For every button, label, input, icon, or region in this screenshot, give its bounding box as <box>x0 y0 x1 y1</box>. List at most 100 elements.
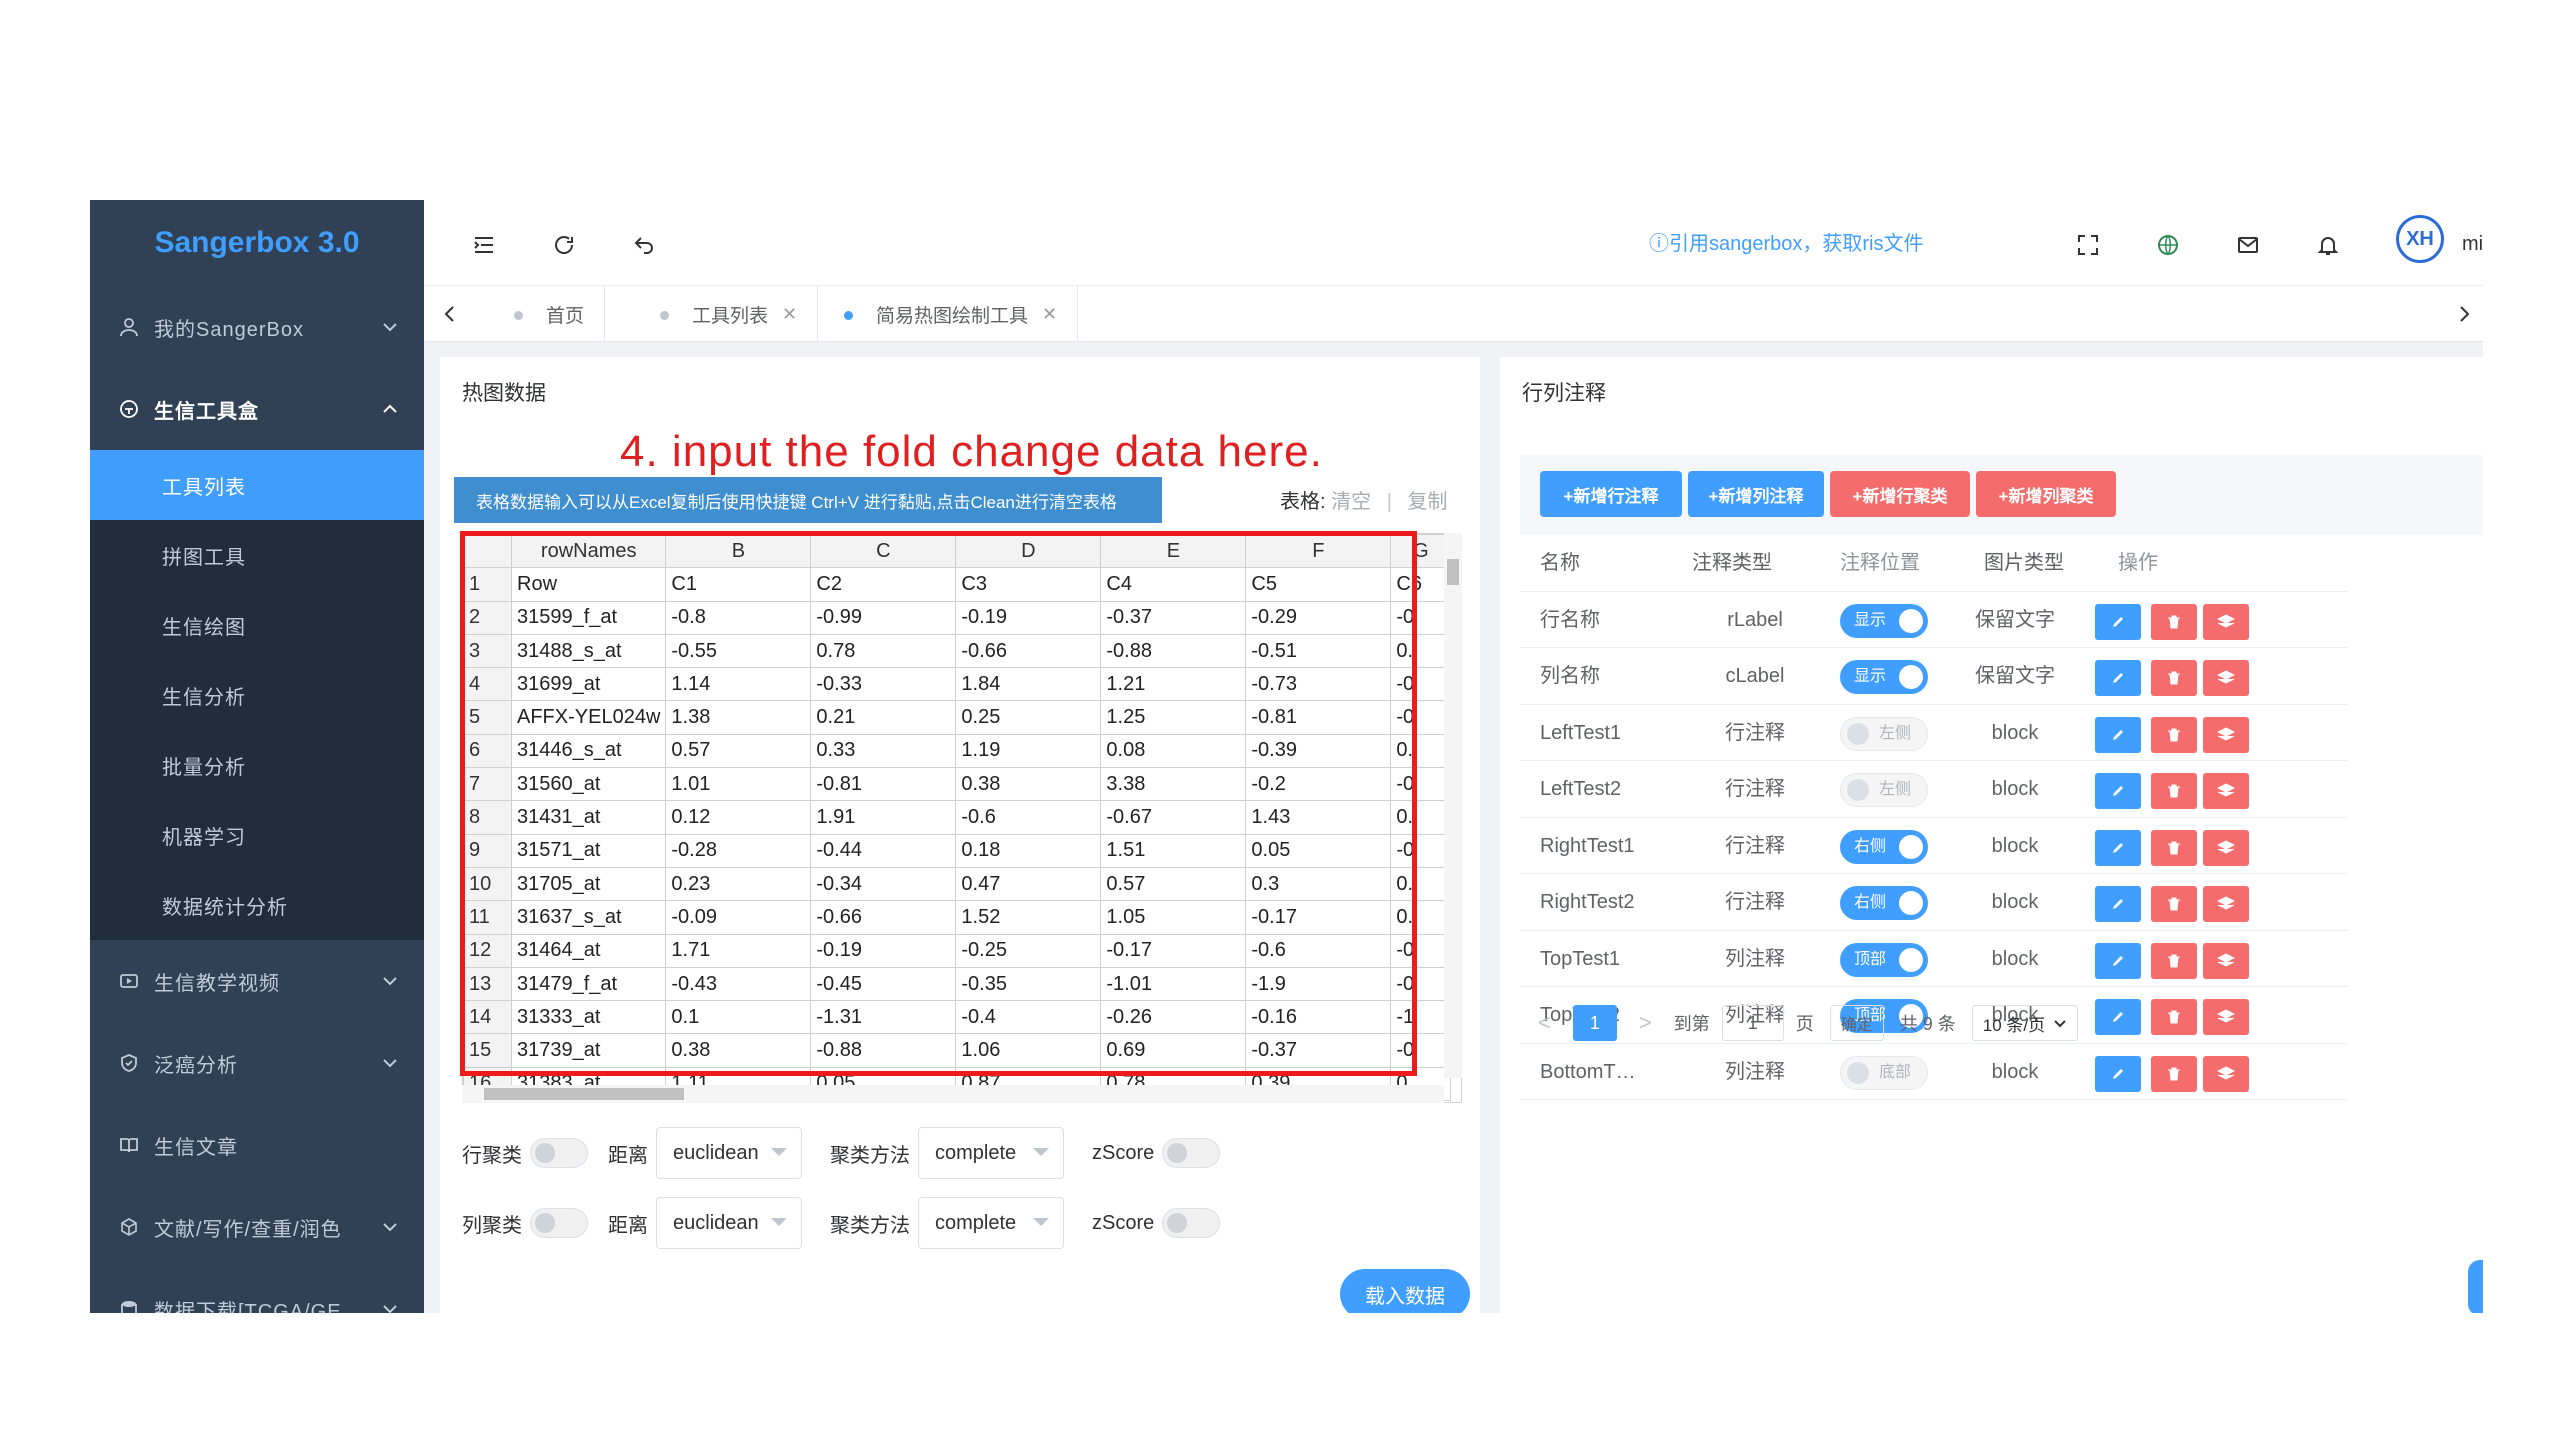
layers-button[interactable] <box>2203 886 2249 922</box>
sheet-cell[interactable]: C3 <box>955 567 1102 602</box>
position-toggle[interactable]: 底部 <box>1840 1055 1928 1090</box>
sheet-cell[interactable]: 0.57 <box>665 733 812 769</box>
sidebar-item-videos[interactable]: 生信教学视频 <box>90 940 424 1022</box>
delete-button[interactable] <box>2151 1055 2197 1092</box>
sidebar-subitem-tool-list[interactable]: 工具列表 <box>90 450 424 520</box>
chevron-left-icon[interactable] <box>440 304 460 324</box>
sheet-cell[interactable]: 0. <box>1390 800 1452 835</box>
sheet-cell[interactable]: -0.55 <box>665 633 812 669</box>
sidebar-subitem-batch[interactable]: 批量分析 <box>90 730 424 800</box>
col-distance-select[interactable]: euclidean <box>656 1197 802 1249</box>
sheet-cell[interactable]: 0.78 <box>810 633 957 669</box>
position-toggle[interactable]: 顶部 <box>1840 942 1928 977</box>
position-toggle[interactable]: 右侧 <box>1840 886 1928 920</box>
sheet-cell[interactable]: 0.33 <box>810 733 957 769</box>
sheet-cell[interactable]: -0.2 <box>1245 767 1392 802</box>
sheet-cell[interactable]: 31699_at <box>510 667 667 702</box>
layers-button[interactable] <box>2203 942 2249 979</box>
edit-button[interactable] <box>2095 829 2141 866</box>
layers-button[interactable] <box>2203 716 2249 753</box>
sheet-cell[interactable]: -0.37 <box>1245 1033 1392 1068</box>
mail-icon[interactable] <box>2236 233 2260 257</box>
sheet-cell[interactable]: -0.43 <box>665 966 812 1002</box>
edit-button[interactable] <box>2095 886 2141 922</box>
layers-button[interactable] <box>2203 999 2249 1035</box>
sheet-column-header[interactable]: E <box>1100 534 1247 569</box>
sheet-cell[interactable]: -0.29 <box>1245 600 1392 635</box>
sheet-cell[interactable]: -0.26 <box>1100 1000 1247 1035</box>
sheet-cell[interactable]: 0.38 <box>955 767 1102 802</box>
tab-tool-list[interactable]: 工具列表 ✕ <box>620 286 819 342</box>
sheet-cell[interactable]: -0.99 <box>810 600 957 635</box>
sheet-cell[interactable]: -0 <box>1390 700 1452 735</box>
position-toggle[interactable]: 右侧 <box>1840 829 1928 864</box>
sheet-cell[interactable]: C6 <box>1390 567 1452 602</box>
sheet-cell[interactable]: 31464_at <box>510 933 667 968</box>
delete-button[interactable] <box>2151 942 2197 979</box>
add-col-annotation-button[interactable]: +新增列注释 <box>1688 471 1824 517</box>
sheet-cell[interactable]: 0.38 <box>665 1033 812 1068</box>
sheet-cell[interactable]: -1.9 <box>1245 966 1392 1002</box>
avatar[interactable]: XH <box>2396 215 2444 263</box>
col-zscore-switch[interactable] <box>1162 1208 1221 1238</box>
sheet-cell[interactable]: 0.1 <box>665 1000 812 1035</box>
sheet-cell[interactable]: Row <box>510 567 667 602</box>
sheet-cell[interactable]: -0.51 <box>1245 633 1392 669</box>
refresh-icon[interactable] <box>552 233 576 257</box>
tab-heatmap-tool[interactable]: 简易热图绘制工具 ✕ <box>804 286 1079 342</box>
sheet-cell[interactable]: 0. <box>1390 866 1452 902</box>
sheet-cell[interactable]: 1.25 <box>1100 700 1247 735</box>
layers-button[interactable] <box>2203 603 2249 640</box>
col-cluster-switch[interactable] <box>530 1208 588 1238</box>
sheet-cell[interactable]: C1 <box>665 567 812 602</box>
sheet-cell[interactable]: -0.09 <box>665 900 812 935</box>
sheet-cell[interactable]: -0.17 <box>1245 900 1392 935</box>
sheet-cell[interactable]: C4 <box>1100 567 1247 602</box>
bell-icon[interactable] <box>2316 233 2340 257</box>
sheet-cell[interactable]: 31333_at <box>510 1000 667 1035</box>
sheet-cell[interactable]: -0.81 <box>810 767 957 802</box>
spreadsheet-table[interactable]: rowNames B C D E F G 1 Row C1 C2 C3 C4 C5 C6 2 31599_f_… <box>463 534 1452 1102</box>
goto-page-input[interactable]: 1 <box>1721 1005 1784 1041</box>
sheet-column-header[interactable]: C <box>810 534 957 569</box>
scroll-thumb[interactable] <box>484 1088 684 1100</box>
sidebar-item-pancancer[interactable]: 泛癌分析 <box>90 1022 424 1104</box>
horizontal-scrollbar[interactable] <box>462 1085 1444 1103</box>
sheet-cell[interactable]: -0 <box>1390 833 1452 868</box>
sheet-cell[interactable]: 31560_at <box>510 767 667 802</box>
sheet-cell[interactable]: -1 <box>1390 1000 1452 1035</box>
sheet-cell[interactable]: 1.19 <box>955 733 1102 769</box>
sheet-cell[interactable]: 0.23 <box>665 866 812 902</box>
sheet-cell[interactable]: 0.08 <box>1100 733 1247 769</box>
sheet-column-header[interactable]: rowNames <box>510 534 667 569</box>
next-page-button[interactable]: > <box>1639 1010 1652 1036</box>
row-cluster-switch[interactable] <box>530 1138 588 1168</box>
sheet-cell[interactable]: 0.12 <box>665 800 812 835</box>
sheet-cell[interactable]: 3.38 <box>1100 767 1247 802</box>
page-size-select[interactable]: 10 条/页 <box>1971 1005 2079 1041</box>
sheet-cell[interactable]: -0 <box>1390 767 1452 802</box>
edit-button[interactable] <box>2095 1055 2141 1092</box>
edit-button[interactable] <box>2095 773 2141 809</box>
sheet-cell[interactable]: 1.05 <box>1100 900 1247 935</box>
sheet-cell[interactable]: -0.8 <box>665 600 812 635</box>
sheet-cell[interactable]: -0.6 <box>955 800 1102 835</box>
sheet-cell[interactable]: -0.16 <box>1245 1000 1392 1035</box>
scroll-thumb[interactable] <box>1447 559 1459 585</box>
delete-button[interactable] <box>2151 829 2197 866</box>
layers-button[interactable] <box>2203 1055 2249 1092</box>
sheet-cell[interactable]: 1.51 <box>1100 833 1247 868</box>
sheet-cell[interactable]: -0.39 <box>1245 733 1392 769</box>
tab-home[interactable]: 首页 <box>474 286 606 342</box>
chevron-right-icon[interactable] <box>2454 304 2474 324</box>
undo-icon[interactable] <box>632 233 656 257</box>
sheet-cell[interactable]: 31571_at <box>510 833 667 868</box>
sheet-cell[interactable]: 0.57 <box>1100 866 1247 902</box>
sheet-cell[interactable]: -0.81 <box>1245 700 1392 735</box>
close-icon[interactable]: ✕ <box>1042 304 1057 325</box>
edit-button[interactable] <box>2095 603 2141 640</box>
sheet-column-header[interactable]: D <box>955 534 1102 569</box>
sheet-cell[interactable]: 0. <box>1390 633 1452 669</box>
sheet-cell[interactable]: -0.66 <box>810 900 957 935</box>
position-toggle[interactable]: 显示 <box>1840 603 1928 638</box>
